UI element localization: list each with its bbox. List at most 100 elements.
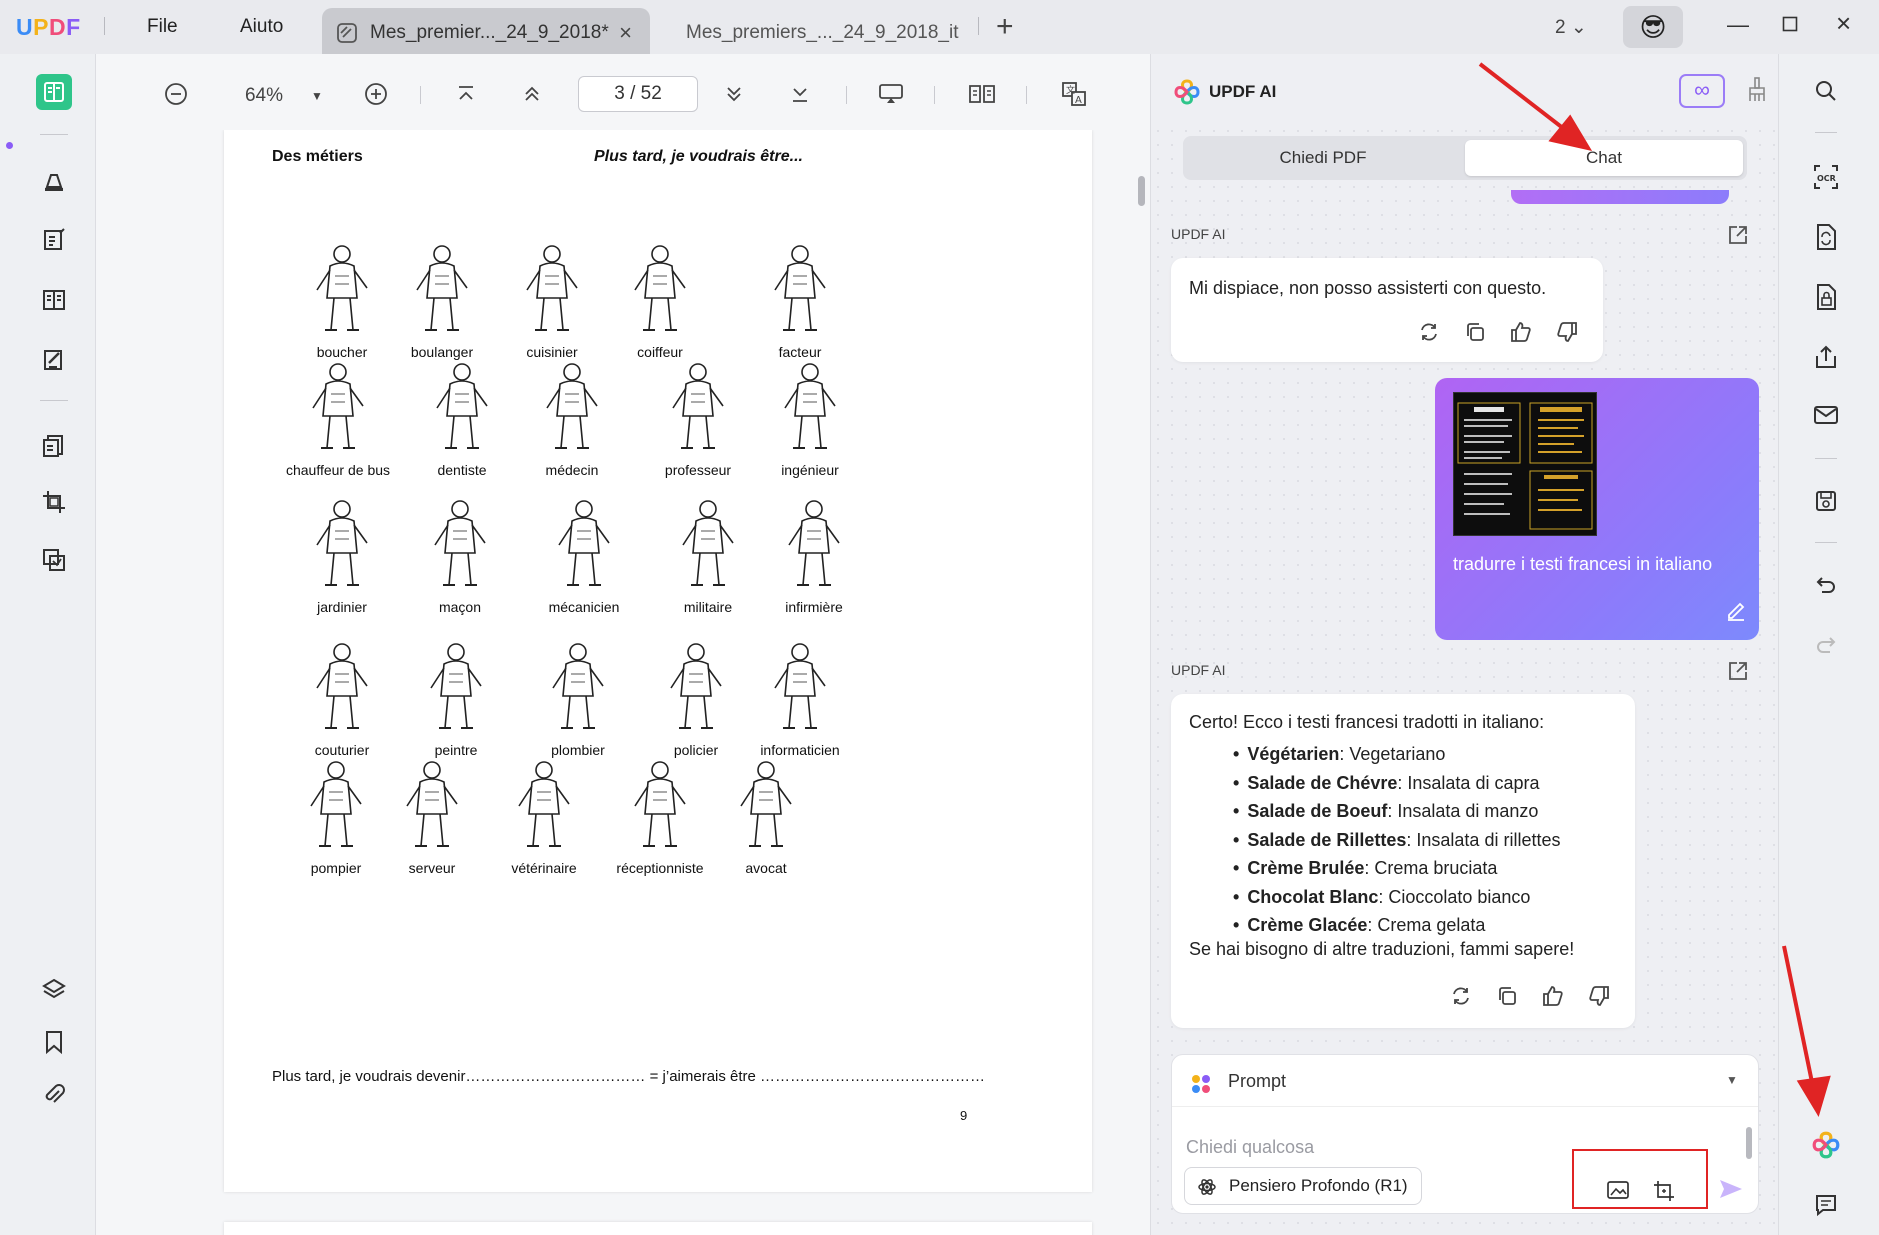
redo-button[interactable] [1809, 628, 1843, 662]
document-viewer[interactable]: Des métiers Plus tard, je voudrais être.… [96, 130, 1150, 1235]
form-tool-button[interactable] [36, 342, 72, 378]
comment-tool-button[interactable] [36, 162, 72, 198]
chat-input-box: Prompt ▼ Chiedi qualcosa Pensiero Profon… [1171, 1054, 1759, 1214]
new-tab-button[interactable]: + [996, 10, 1014, 44]
unlimited-plan-button[interactable]: ∞ [1679, 74, 1725, 108]
send-icon[interactable] [1718, 1177, 1744, 1201]
job-label: chauffeur de bus [285, 462, 391, 478]
job-illustration: coiffeur [590, 240, 730, 360]
menu-help[interactable]: Aiuto [240, 16, 283, 38]
thumbs-down-icon[interactable] [1587, 984, 1611, 1008]
copy-icon[interactable] [1495, 984, 1519, 1008]
next-page-button[interactable] [720, 80, 748, 108]
previous-user-message-edge [1511, 190, 1729, 204]
export-icon[interactable] [1727, 660, 1749, 682]
person-drawing-icon [526, 245, 578, 331]
last-page-button[interactable] [786, 80, 814, 108]
organize-pages-button[interactable] [36, 428, 72, 464]
tab-document-2[interactable]: Mes_premiers_..._24_9_2018_it [660, 8, 976, 54]
protect-button[interactable] [1809, 280, 1843, 314]
pdf-next-page [224, 1222, 1092, 1235]
updf-ai-button[interactable] [1809, 1128, 1843, 1162]
thumbs-down-icon[interactable] [1555, 320, 1579, 344]
tab-document-active[interactable]: Mes_premier..._24_9_2018* × [322, 8, 650, 54]
layers-button[interactable] [36, 972, 72, 1008]
zoom-level[interactable]: 64% [234, 82, 294, 110]
input-scrollbar[interactable] [1746, 1127, 1752, 1159]
ai-message-intro: Certo! Ecco i testi francesi tradotti in… [1189, 712, 1545, 732]
chevron-down-icon: ⌄ [1570, 17, 1587, 38]
prompt-label: Prompt [1228, 1071, 1287, 1091]
bookmark-button[interactable] [36, 1024, 72, 1060]
email-button[interactable] [1809, 398, 1843, 432]
reader-mode-button[interactable] [36, 74, 72, 110]
undo-button[interactable] [1809, 568, 1843, 602]
user-message-bubble: tradurre i testi francesi in italiano [1435, 378, 1759, 640]
zoom-out-button[interactable] [162, 80, 190, 108]
edit-doc-icon [337, 23, 357, 43]
divider [978, 17, 979, 35]
deep-thinking-toggle[interactable]: Pensiero Profondo (R1) [1184, 1167, 1422, 1205]
compare-tool-button[interactable] [36, 542, 72, 578]
export-icon[interactable] [1727, 224, 1749, 246]
close-window-button[interactable]: × [1836, 8, 1851, 39]
job-label: maçon [438, 599, 482, 615]
tab-ask-pdf[interactable]: Chiedi PDF [1187, 140, 1459, 176]
person-drawing-icon [634, 245, 686, 331]
window-count-dropdown[interactable]: 2 ⌄ [1555, 16, 1587, 39]
save-button[interactable] [1809, 484, 1843, 518]
lock-file-icon [1817, 284, 1836, 310]
upload-image-icon[interactable] [1606, 1179, 1630, 1201]
copy-icon[interactable] [1463, 320, 1487, 344]
share-button[interactable] [1809, 340, 1843, 374]
convert-button[interactable] [1809, 220, 1843, 254]
previous-page-button[interactable] [518, 80, 546, 108]
first-page-button[interactable] [452, 80, 480, 108]
french-term: Crème Glacée [1247, 915, 1368, 935]
columns-icon [43, 290, 65, 310]
italian-translation: : Crema gelata [1367, 915, 1486, 935]
double-chevron-up-icon [525, 86, 539, 101]
undo-icon [1816, 577, 1835, 593]
thumbs-up-icon[interactable] [1509, 320, 1533, 344]
translate-icon: 文A [1062, 82, 1086, 106]
attachment-button[interactable] [36, 1076, 72, 1112]
person-drawing-icon [416, 245, 468, 331]
clear-chat-brush-icon[interactable] [1747, 76, 1767, 104]
page-layout-button[interactable] [36, 282, 72, 318]
search-button[interactable] [1809, 74, 1843, 108]
translate-button[interactable]: 文A [1058, 80, 1090, 108]
comment-icon [1816, 1195, 1836, 1217]
chat-input-field[interactable]: Chiedi qualcosa [1186, 1137, 1314, 1158]
zoom-dropdown-icon[interactable]: ▼ [310, 82, 324, 110]
comments-panel-button[interactable] [1809, 1188, 1843, 1222]
crop-tool-button[interactable] [36, 484, 72, 520]
document-scrollbar[interactable] [1138, 176, 1145, 206]
page-display-button[interactable] [966, 80, 998, 108]
mail-icon [1814, 406, 1838, 424]
person-drawing-icon [670, 643, 722, 729]
menu-file[interactable]: File [147, 16, 178, 38]
zoom-in-button[interactable] [362, 80, 390, 108]
prompt-selector[interactable]: Prompt ▼ [1172, 1055, 1758, 1107]
edit-pdf-button[interactable] [36, 222, 72, 258]
thumbs-up-icon[interactable] [1541, 984, 1565, 1008]
divider [40, 400, 68, 401]
regenerate-icon[interactable] [1449, 984, 1473, 1008]
screenshot-crop-icon[interactable] [1652, 1179, 1676, 1203]
ocr-button[interactable]: OCR [1809, 160, 1843, 194]
sender-label: UPDF AI [1171, 226, 1226, 242]
presentation-button[interactable] [876, 80, 906, 108]
minimize-button[interactable]: — [1727, 12, 1749, 38]
attached-menu-image-thumbnail[interactable] [1453, 392, 1597, 536]
maximize-button[interactable] [1782, 12, 1798, 38]
edit-message-icon[interactable] [1725, 600, 1747, 622]
regenerate-icon[interactable] [1417, 320, 1441, 344]
ai-message-outro: Se hai bisogno di altre traduzioni, famm… [1189, 939, 1575, 959]
translation-item: Crème Brulée: Crema bruciata [1233, 854, 1560, 883]
tab-chat[interactable]: Chat [1465, 140, 1743, 176]
avatar[interactable]: 😎 [1623, 6, 1683, 48]
updf-logo[interactable]: UPDF [16, 14, 81, 41]
page-number-input[interactable]: 3 / 52 [578, 76, 698, 112]
close-tab-icon[interactable]: × [619, 20, 632, 46]
